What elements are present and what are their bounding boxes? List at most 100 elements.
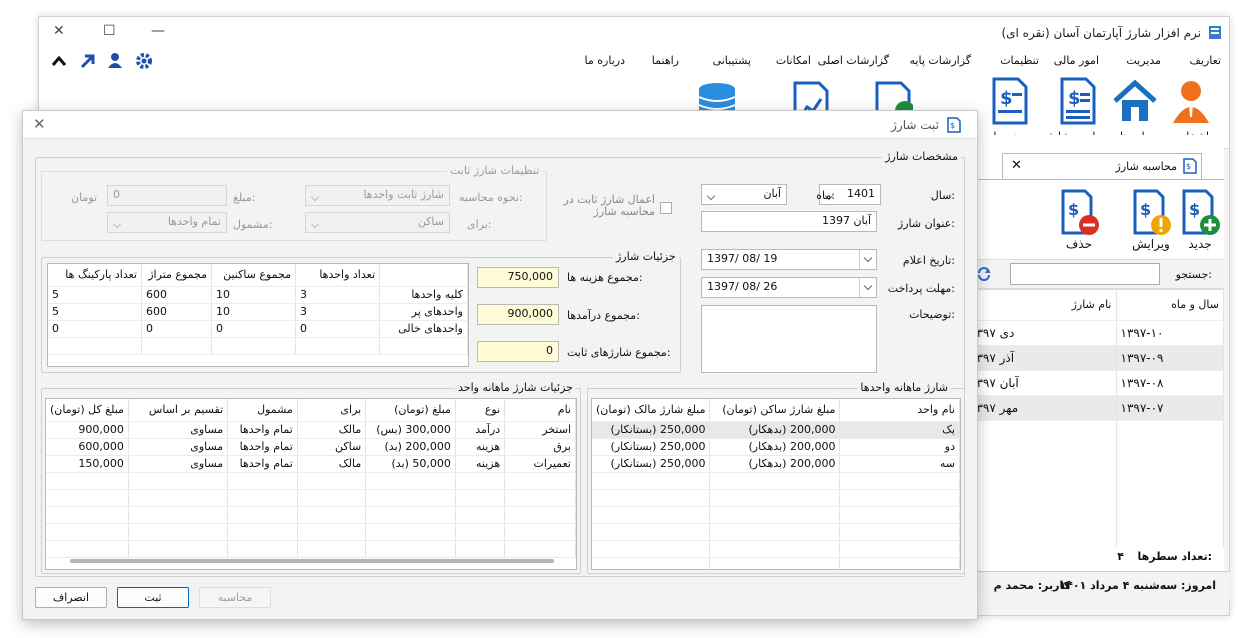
apply-fixed-checkbox[interactable] <box>660 202 672 214</box>
deadline-label: مهلت پرداخت: <box>887 282 955 295</box>
table-row[interactable]: تعمیرات هزینه 50,000 (بد) مالک تمام واحدها مس… <box>46 455 576 473</box>
chevron-down-icon[interactable] <box>859 250 876 269</box>
side-panel: محاسبه شارژ $ ✕ $ جدید $ ویرایش $ حذف جس… <box>966 135 1224 575</box>
status-date: امروز: سه‌شنبه ۴ مرداد ۱۴۰۱ <box>1059 579 1216 592</box>
for-label: برای: <box>467 218 492 231</box>
total-fixed-input[interactable]: 0 <box>477 341 559 362</box>
dialog-title-bar: ✕ ثبت شارژ $ <box>23 111 977 139</box>
apply-fixed-label: اعمال شارژ ثابت در محاسبه شارژ <box>563 193 656 218</box>
menu-support[interactable]: پشتیبانی <box>713 54 751 67</box>
new-button[interactable]: $ جدید <box>1178 189 1222 251</box>
invoice-icon: $ <box>947 117 961 133</box>
table-row[interactable]: دو 200,000 (بدهکار) 250,000 (بستانکار) <box>592 438 960 456</box>
edit-button[interactable]: $ ویرایش <box>1126 189 1176 251</box>
deadline-date-input[interactable]: 1397/ 08/ 26 <box>701 277 877 298</box>
menu-definitions[interactable]: تعاریف <box>1190 54 1221 67</box>
person-icon <box>1173 81 1209 123</box>
menu-features[interactable]: امکانات <box>776 54 811 67</box>
table-row[interactable]: آذر ۱۳۹۷ ۱۳۹۷-۰۹ <box>966 345 1224 371</box>
fixed-charge-title: تنظیمات شارژ ثابت <box>447 164 543 177</box>
dialog-title: ثبت شارژ <box>891 118 939 132</box>
include-select[interactable]: تمام واحدها <box>107 212 227 233</box>
charge-title-input[interactable]: آبان 1397 <box>701 211 877 232</box>
year-label: سال: <box>930 189 955 202</box>
row-count-value: ۴ <box>1117 550 1124 563</box>
svg-text:$: $ <box>1068 200 1079 219</box>
close-tab-icon[interactable]: ✕ <box>1011 158 1022 173</box>
app-title: نرم افزار شارژ آپارتمان آسان (نقره ای) <box>1001 26 1201 40</box>
amount-input[interactable]: 0 <box>107 185 227 206</box>
menu-management[interactable]: مدیریت <box>1126 54 1161 67</box>
menu-bar: تعاریف مدیریت امور مالی تنظیمات گزارشات … <box>39 49 1229 73</box>
total-income-input[interactable]: 900,000 <box>477 304 559 325</box>
ribbon-units-button[interactable]: واحدها <box>1105 77 1165 143</box>
maximize-icon[interactable]: ☐ <box>103 23 116 39</box>
collapse-icon[interactable] <box>51 54 67 68</box>
svg-text:$: $ <box>1186 162 1191 171</box>
ribbon-statement-button[interactable]: $ صورتحساب <box>975 77 1045 143</box>
ribbon-persons-button[interactable]: اشخاص <box>1161 77 1221 143</box>
horizontal-scrollbar[interactable] <box>70 559 554 563</box>
table-row[interactable]: استخر درآمد 300,000 (بس) مالک تمام واحدها مسا… <box>46 421 576 439</box>
delete-button[interactable]: $ حذف <box>1054 189 1104 251</box>
invoice-icon: $ <box>1060 77 1096 125</box>
arrow-out-icon[interactable] <box>79 53 95 69</box>
svg-text:$: $ <box>1068 88 1081 109</box>
table-row[interactable]: سه 200,000 (بدهکار) 250,000 (بستانکار) <box>592 455 960 473</box>
calc-method-label: نحوه محاسبه: <box>459 191 523 204</box>
menu-settings[interactable]: تنظیمات <box>1000 54 1039 67</box>
user-icon[interactable] <box>107 52 123 69</box>
gear-icon[interactable] <box>135 52 153 70</box>
charge-spec-title: مشخصات شارژ <box>882 150 961 163</box>
menu-help[interactable]: راهنما <box>652 54 679 67</box>
menu-about[interactable]: درباره ما <box>585 54 625 67</box>
month-select[interactable]: آبان <box>701 184 787 205</box>
table-row[interactable]: مهر ۱۳۹۷ ۱۳۹۷-۰۷ <box>966 395 1224 421</box>
include-label: مشمول: <box>233 218 273 231</box>
monthly-charge-table: نام واحد مبلغ شارژ ساکن (تومان) مبلغ شارژ … <box>591 398 961 570</box>
close-icon[interactable]: ✕ <box>53 23 65 39</box>
search-input[interactable] <box>1010 263 1160 285</box>
chevron-down-icon[interactable] <box>859 278 876 297</box>
invoice-add-icon: $ <box>1182 189 1220 235</box>
ribbon-calc-charge-button[interactable]: $ محاسبه شارژ <box>1043 77 1113 143</box>
for-select[interactable]: ساکن <box>305 212 450 233</box>
svg-text:$: $ <box>950 121 955 130</box>
search-label: جستجو: <box>1175 268 1212 281</box>
invoice-icon: $ <box>992 77 1028 125</box>
total-cost-label: مجموع هزینه ها: <box>567 271 643 284</box>
total-cost-input[interactable]: 750,000 <box>477 267 559 288</box>
tab-calc-charge[interactable]: محاسبه شارژ $ ✕ <box>1002 153 1202 179</box>
close-icon[interactable]: ✕ <box>33 115 46 133</box>
calc-method-select[interactable]: شارژ ثابت واحدها <box>305 185 450 206</box>
main-title-bar: ✕ ☐ — نرم افزار شارژ آپارتمان آسان (نقره… <box>39 17 1229 49</box>
total-income-label: مجموع درآمدها: <box>567 309 640 322</box>
table-row[interactable]: آبان ۱۳۹۷ ۱۳۹۷-۰۸ <box>966 370 1224 396</box>
table-row[interactable]: کلیه واحدها 3 10 600 5 <box>48 286 468 304</box>
charge-details-title: جزئیات شارژ <box>613 250 679 263</box>
announce-date-input[interactable]: 1397/ 08/ 19 <box>701 249 877 270</box>
refresh-icon[interactable] <box>976 266 992 282</box>
row-count-label: تعداد سطرها: <box>1137 550 1212 563</box>
house-icon <box>1113 79 1157 121</box>
calculate-button[interactable]: محاسبه <box>199 587 271 608</box>
table-row[interactable]: واحدهای پر 3 10 600 5 <box>48 303 468 321</box>
unit-details-table: نام نوع مبلغ (تومان) برای مشمول تقسیم بر اساس… <box>45 398 577 570</box>
table-row[interactable]: یک 200,000 (بدهکار) 250,000 (بستانکار) <box>592 421 960 439</box>
cancel-button[interactable]: انصراف <box>35 587 107 608</box>
table-row[interactable]: واحدهای خالی 0 0 0 0 <box>48 320 468 338</box>
description-textarea[interactable] <box>701 305 877 373</box>
minimize-icon[interactable]: — <box>151 23 165 39</box>
description-label: توضیحات: <box>909 308 955 321</box>
table-row[interactable]: دی ۱۳۹۷ ۱۳۹۷-۱۰ <box>966 320 1224 346</box>
save-button[interactable]: ثبت <box>117 587 189 608</box>
summary-table: تعداد واحدها مجموع ساکنین مجموع متراژ تعداد… <box>47 263 469 367</box>
menu-basic-reports[interactable]: گزارشات پایه <box>910 54 971 67</box>
charge-list-table: نام شارژ سال و ماه دی ۱۳۹۷ ۱۳۹۷-۱۰ آذر ۱۳۹… <box>966 289 1224 547</box>
table-row[interactable]: برق هزینه 200,000 (بد) ساکن تمام واحدها مساوی… <box>46 438 576 456</box>
menu-finance[interactable]: امور مالی <box>1054 54 1099 67</box>
svg-text:$: $ <box>1189 200 1200 219</box>
menu-main-reports[interactable]: گزارشات اصلی <box>818 54 889 67</box>
app-logo-icon <box>1209 26 1221 39</box>
svg-text:$: $ <box>1000 88 1013 109</box>
